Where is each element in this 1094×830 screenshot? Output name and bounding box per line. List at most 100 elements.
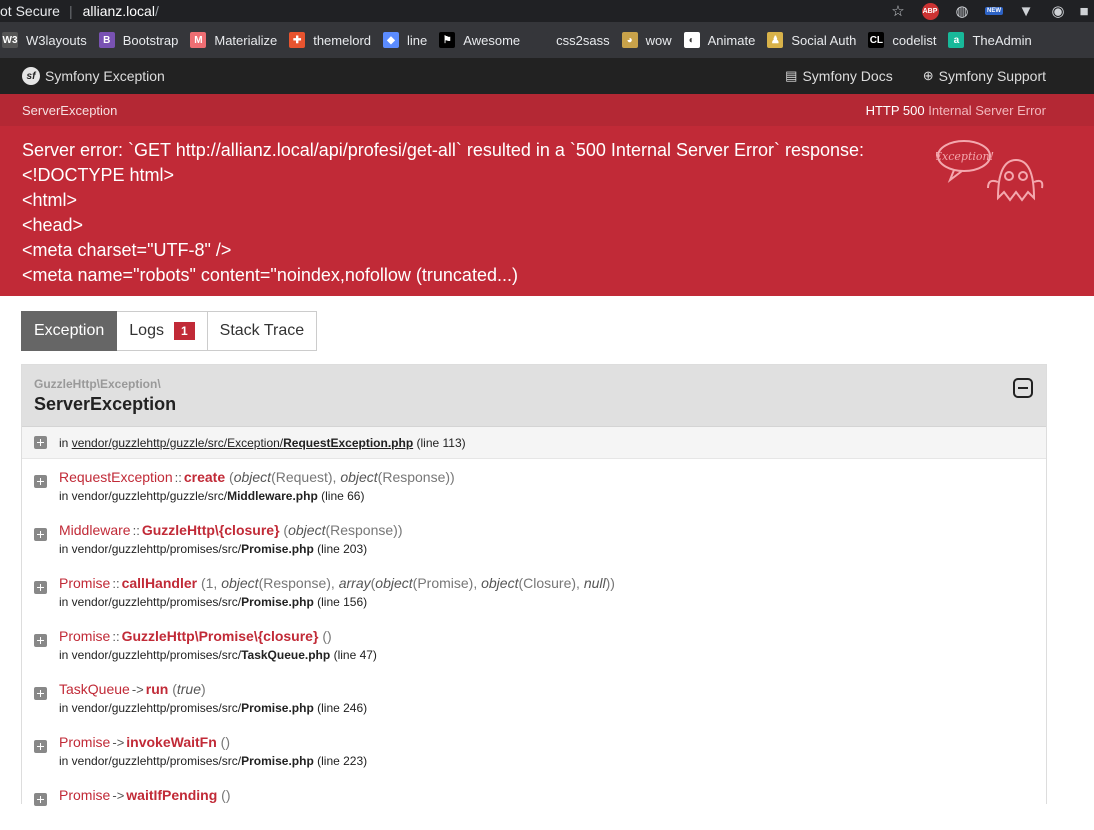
book-icon: ▤ (785, 68, 798, 83)
frame-operator: :: (112, 576, 120, 591)
frame-location: in vendor/guzzlehttp/promises/src/Promis… (59, 701, 367, 715)
bookmark-label: Materialize (214, 32, 278, 48)
cl-icon: CL (868, 32, 885, 48)
bookmark-item[interactable]: ◆ line (383, 32, 427, 48)
bookmark-label: css2sass (556, 32, 610, 48)
tab-exception-label: Exception (34, 322, 105, 339)
trace-panel: GuzzleHttp\Exception\ ServerException in… (21, 364, 1047, 806)
trace-header[interactable]: GuzzleHttp\Exception\ ServerException (22, 365, 1046, 427)
circle-extension-icon[interactable]: ◉ (1042, 0, 1074, 22)
frame-location: in vendor/guzzlehttp/promises/src/Promis… (59, 542, 402, 556)
trace-frame[interactable]: Middleware:: GuzzleHttp\{closure} (object… (22, 512, 1046, 565)
symfony-docs-link[interactable]: ▤ Symfony Docs (785, 68, 893, 84)
frame-operator: :: (174, 470, 182, 485)
trace-frame-body: RequestException:: create (object(Request… (59, 469, 455, 503)
trace-frame-body: TaskQueue -> run (true) in vendor/guzzlehtt… (59, 681, 367, 715)
bookmark-label: Bootstrap (122, 32, 179, 48)
expand-icon[interactable] (34, 475, 47, 488)
trace-frame[interactable]: Promise -> waitIfPending () (22, 777, 1046, 830)
trace-frame-body: Promise:: GuzzleHttp\Promise\{closure} ()… (59, 628, 377, 662)
adblock-icon[interactable]: ABP (914, 0, 946, 22)
symfony-toolbar: sf Symfony Exception ▤ Symfony Docs ⊕ Symf… (0, 58, 1094, 94)
trace-frame[interactable]: RequestException:: create (object(Request… (22, 459, 1046, 512)
frame-class: Middleware (59, 522, 131, 538)
exception-message: Server error: `GET http://allianz.local/… (22, 140, 865, 285)
frame-location: in vendor/guzzlehttp/promises/src/Promis… (59, 595, 615, 609)
frame-function: GuzzleHttp\{closure} (141, 522, 280, 538)
expand-icon[interactable] (34, 687, 47, 700)
frame-line: (line 47) (333, 648, 377, 662)
tab-stack-label: Stack Trace (219, 322, 305, 339)
trace-frame-signature: Promise -> waitIfPending () (59, 787, 231, 804)
frame-line: (line 66) (321, 489, 365, 503)
bookmark-label: Social Auth (791, 32, 857, 48)
frame-dir: in vendor/guzzlehttp/guzzle/src/ (59, 489, 228, 503)
bookmark-item[interactable]: CL codelist (868, 32, 936, 48)
square-extension-icon[interactable]: ■ (1074, 0, 1094, 22)
bookmark-item[interactable]: css2sass (532, 32, 610, 48)
star-icon[interactable]: ☆ (882, 0, 914, 22)
trace-frame[interactable]: TaskQueue -> run (true) in vendor/guzzlehtt… (22, 671, 1046, 724)
expand-icon[interactable] (34, 793, 47, 806)
exception-meta: ServerException HTTP 500 Internal Server… (0, 94, 1094, 126)
bookmark-item[interactable]: ◐ Animate (683, 32, 756, 48)
bookmark-label: Awesome (463, 32, 521, 48)
url-path: / (154, 3, 159, 19)
trace-frame[interactable]: Promise:: callHandler (1, object(Response… (22, 565, 1046, 618)
bookmark-item[interactable]: B Bootstrap (98, 32, 179, 48)
tab-stack-trace[interactable]: Stack Trace (207, 311, 318, 351)
bookmark-item[interactable]: W3 W3layouts (2, 32, 87, 48)
bookmark-item[interactable]: a TheAdmin (948, 32, 1032, 48)
bookmark-item[interactable]: ♟ Social Auth (767, 32, 856, 48)
new-extension-icon[interactable]: NEW (978, 0, 1010, 22)
tab-exception[interactable]: Exception (21, 311, 118, 351)
frame-location: in vendor/guzzlehttp/guzzle/src/Middlewa… (59, 489, 455, 503)
trace-frame-signature: RequestException:: create (object(Request… (59, 469, 455, 486)
expand-icon[interactable] (34, 581, 47, 594)
expand-icon[interactable] (34, 634, 47, 647)
collapse-icon[interactable] (1013, 378, 1033, 398)
frame-args: () (220, 734, 230, 750)
exception-tabs: Exception Logs 1 Stack Trace (21, 311, 318, 351)
symfony-support-link[interactable]: ⊕ Symfony Support (923, 68, 1046, 84)
frame-location: in vendor/guzzlehttp/promises/src/Promis… (59, 754, 367, 768)
bookmark-label: W3layouts (26, 32, 87, 48)
frame-dir: in vendor/guzzlehttp/promises/src/ (59, 542, 242, 556)
bookmark-item[interactable]: ◕ wow (621, 32, 672, 48)
w3-icon: W3 (2, 32, 18, 48)
trace-frame-signature: Promise:: callHandler (1, object(Response… (59, 575, 615, 592)
frame-dir: in vendor/guzzlehttp/promises/src/ (59, 754, 242, 768)
globe-icon[interactable]: ◍ (946, 0, 978, 22)
browser-address-bar[interactable]: ot Secure | allianz.local/ ☆ ABP ◍ NEW ▼… (0, 0, 1094, 22)
bookmark-item[interactable]: ⚑ Awesome (439, 32, 520, 48)
frame-file: Middleware.php (227, 489, 318, 503)
bookmarks-bar: W3 W3layouts B Bootstrap M Materialize ✚ themel… (0, 22, 1094, 58)
trace-frame[interactable]: Promise:: GuzzleHttp\Promise\{closure} ()… (22, 618, 1046, 671)
bookmark-item[interactable]: ✚ themelord (289, 32, 371, 48)
bookmark-label: line (407, 32, 428, 48)
bookmark-item[interactable]: M Materialize (190, 32, 277, 48)
frame-function: GuzzleHttp\Promise\{closure} (121, 628, 319, 644)
http-status-code: HTTP 500 (865, 102, 925, 118)
frame-function: run (145, 681, 169, 697)
expand-icon[interactable] (34, 740, 47, 753)
frame-operator: -> (131, 682, 144, 697)
doge-icon: ◕ (621, 32, 638, 48)
trace-frame[interactable]: Promise -> invokeWaitFn () in vendor/guzzle… (22, 724, 1046, 777)
frame-operator: -> (112, 735, 125, 750)
expand-icon[interactable] (34, 528, 47, 541)
vue-icon[interactable]: ▼ (1010, 0, 1042, 22)
bookmark-label: Animate (707, 32, 756, 48)
security-indicator[interactable]: ot Secure (0, 3, 60, 19)
trace-first-frame[interactable]: in vendor/guzzlehttp/guzzle/src/Exceptio… (22, 427, 1046, 459)
first-frame-line: (line 113) (416, 435, 466, 450)
frame-function: create (183, 469, 226, 485)
expand-icon[interactable] (34, 436, 47, 449)
first-frame-path-link[interactable]: vendor/guzzlehttp/guzzle/src/Exception/R… (72, 436, 413, 450)
url-text[interactable]: allianz.local/ (83, 3, 159, 19)
trace-frame-signature: Promise -> invokeWaitFn () (59, 734, 367, 751)
frame-dir: in vendor/guzzlehttp/promises/src/ (59, 701, 242, 715)
frame-location: in vendor/guzzlehttp/promises/src/TaskQu… (59, 648, 377, 662)
tab-logs[interactable]: Logs 1 (117, 311, 208, 351)
symfony-support-label: Symfony Support (938, 68, 1046, 84)
